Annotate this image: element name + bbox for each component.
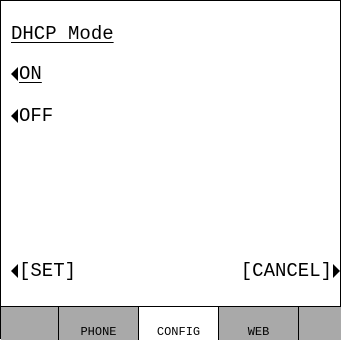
tab-web[interactable]: WEB (219, 307, 299, 340)
screen-title: DHCP Mode (11, 23, 114, 45)
cancel-softkey[interactable]: [CANCEL] (241, 260, 340, 282)
tab-config[interactable]: CONFIG (139, 307, 219, 340)
option-on[interactable]: ON (11, 63, 42, 85)
cancel-softkey-label: [CANCEL] (240, 260, 332, 282)
tab-blank-right (299, 307, 341, 340)
tab-phone[interactable]: PHONE (59, 307, 139, 340)
tab-bar: PHONE CONFIG WEB (1, 306, 341, 340)
option-off-label: OFF (19, 105, 54, 127)
softkey-right-arrow-icon (333, 264, 340, 278)
softkey-left-arrow-icon (11, 264, 18, 278)
option-on-label: ON (19, 63, 42, 85)
phone-display: DHCP Mode ON OFF [SET] [CANCEL] PHONE CO… (0, 0, 341, 340)
set-softkey[interactable]: [SET] (11, 260, 76, 282)
option-off[interactable]: OFF (11, 105, 53, 127)
tab-blank-left (1, 307, 59, 340)
select-arrow-icon (11, 67, 18, 81)
set-softkey-label: [SET] (19, 260, 77, 282)
select-arrow-icon (11, 109, 18, 123)
